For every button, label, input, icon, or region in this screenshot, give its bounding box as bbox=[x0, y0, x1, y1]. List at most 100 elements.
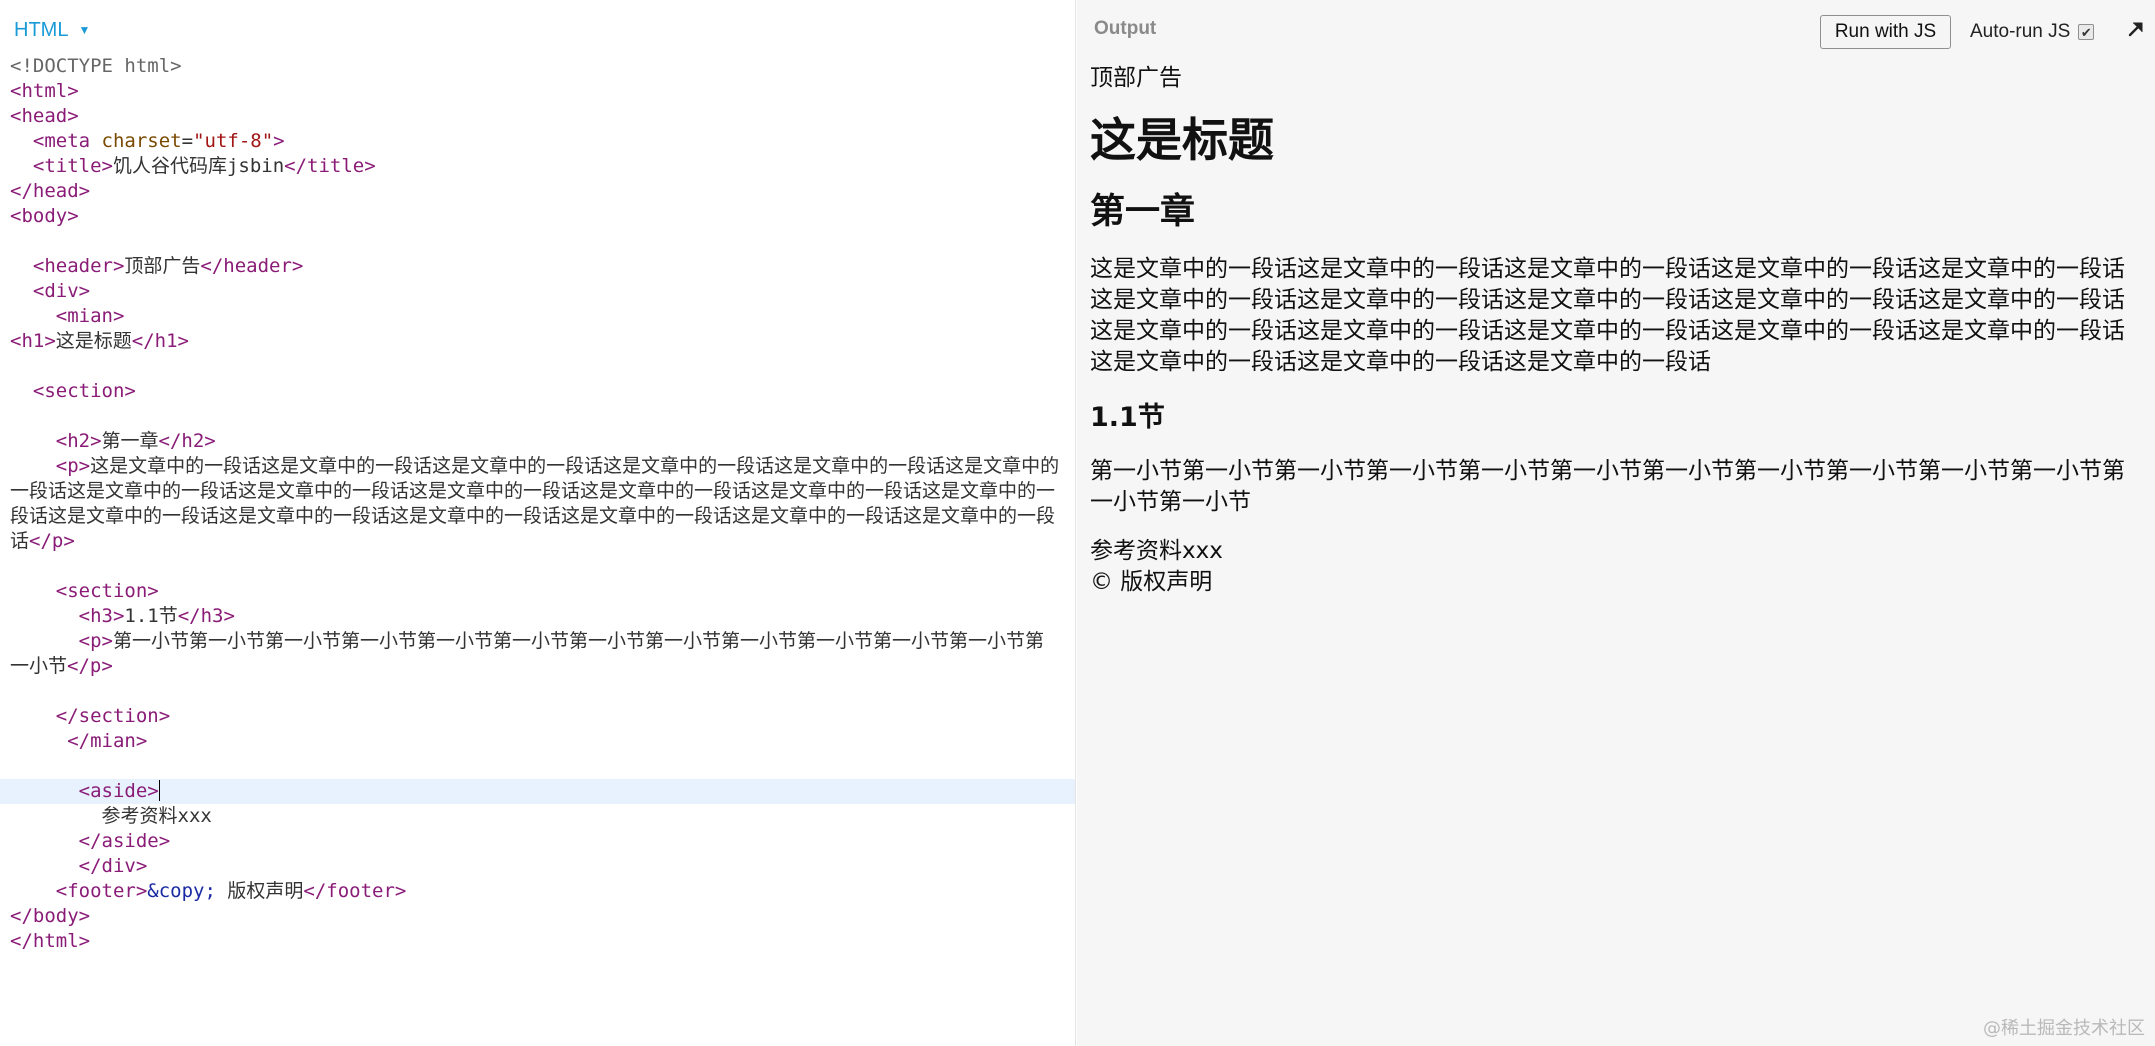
code-line[interactable]: <body> bbox=[0, 204, 1075, 229]
run-with-js-button[interactable]: Run with JS bbox=[1820, 15, 1951, 49]
code-line[interactable]: </section> bbox=[0, 704, 1075, 729]
code-line[interactable]: </head> bbox=[0, 179, 1075, 204]
output-heading-1: 这是标题 bbox=[1090, 113, 1274, 167]
code-token: 第一小节第一小节第一小节第一小节第一小节第一小节第一小节第一小节第一小节第一小节… bbox=[10, 630, 1044, 677]
code-line[interactable] bbox=[0, 679, 1075, 704]
code-token: <div> bbox=[32, 280, 91, 302]
code-line[interactable]: </mian> bbox=[0, 729, 1075, 754]
code-line[interactable] bbox=[0, 229, 1075, 254]
auto-run-js-toggle[interactable]: Auto-run JS ✔ bbox=[1970, 19, 2095, 45]
text-cursor bbox=[158, 780, 160, 801]
code-token: </mian> bbox=[67, 730, 148, 752]
code-line[interactable] bbox=[0, 354, 1075, 379]
code-token: 这是标题 bbox=[55, 330, 132, 352]
code-token: </title> bbox=[284, 155, 376, 177]
code-line[interactable]: <header>顶部广告</header> bbox=[0, 254, 1075, 279]
auto-run-js-label: Auto-run JS bbox=[1970, 21, 2071, 42]
code-token: <section> bbox=[32, 380, 136, 402]
code-line[interactable]: </body> bbox=[0, 904, 1075, 929]
code-token: 顶部广告 bbox=[124, 255, 201, 277]
output-panel-label: Output bbox=[1094, 18, 1157, 39]
code-token: 1.1节 bbox=[124, 605, 178, 627]
html-panel-selector[interactable]: HTML ▼ bbox=[14, 16, 90, 44]
output-pane: Output Run with JS Auto-run JS ✔ 顶部广告 这是… bbox=[1077, 0, 2155, 1046]
code-token: <section> bbox=[55, 580, 159, 602]
code-line[interactable]: 参考资料xxx bbox=[0, 804, 1075, 829]
panel-label-text: HTML bbox=[14, 18, 69, 41]
code-line[interactable]: <section> bbox=[0, 379, 1075, 404]
code-token: <footer> bbox=[55, 880, 148, 902]
code-line[interactable]: <p>这是文章中的一段话这是文章中的一段话这是文章中的一段话这是文章中的一段话这… bbox=[0, 454, 1075, 554]
code-token: 饥人谷代码库jsbin bbox=[112, 155, 285, 177]
code-line[interactable] bbox=[0, 554, 1075, 579]
code-line[interactable]: </aside> bbox=[0, 829, 1075, 854]
code-token: &copy; bbox=[147, 880, 216, 902]
code-token: <p> bbox=[78, 630, 113, 652]
code-line[interactable]: <html> bbox=[0, 79, 1075, 104]
code-token: </body> bbox=[10, 905, 91, 927]
output-paragraph-2: 第一小节第一小节第一小节第一小节第一小节第一小节第一小节第一小节第一小节第一小节… bbox=[1090, 458, 2125, 515]
code-line[interactable]: <div> bbox=[0, 279, 1075, 304]
code-token: </head> bbox=[10, 180, 91, 202]
code-token: </html> bbox=[10, 930, 91, 952]
code-token: 这是文章中的一段话这是文章中的一段话这是文章中的一段话这是文章中的一段话这是文章… bbox=[10, 455, 1060, 552]
code-token: <meta bbox=[32, 130, 102, 152]
code-token: 版权声明 bbox=[215, 880, 304, 902]
output-heading-2: 第一章 bbox=[1090, 192, 1196, 232]
code-token: <html> bbox=[10, 80, 79, 102]
code-token: <title> bbox=[32, 155, 113, 177]
code-line[interactable]: </html> bbox=[0, 929, 1075, 954]
code-token: </footer> bbox=[303, 880, 407, 902]
code-line[interactable]: <aside> bbox=[0, 779, 1075, 804]
checkmark-icon: ✔ bbox=[2080, 24, 2092, 40]
code-token: </section> bbox=[55, 705, 171, 727]
code-token: <head> bbox=[10, 105, 79, 127]
code-token: </h1> bbox=[131, 330, 189, 352]
code-editor[interactable]: <!DOCTYPE html> <html> <head> <meta charse… bbox=[0, 54, 1075, 954]
output-paragraph-1: 这是文章中的一段话这是文章中的一段话这是文章中的一段话这是文章中的一段话这是文章… bbox=[1090, 256, 2125, 375]
code-line[interactable]: <h2>第一章</h2> bbox=[0, 429, 1075, 454]
code-line[interactable]: <meta charset="utf-8"> bbox=[0, 129, 1075, 154]
popout-arrow-icon[interactable] bbox=[2123, 16, 2149, 42]
code-token: <!DOCTYPE html> bbox=[10, 55, 182, 77]
code-line[interactable]: <mian> bbox=[0, 304, 1075, 329]
code-token: </div> bbox=[78, 855, 148, 877]
code-token: </h2> bbox=[158, 430, 216, 452]
code-line[interactable]: <h1>这是标题</h1> bbox=[0, 329, 1075, 354]
code-line[interactable] bbox=[0, 404, 1075, 429]
code-line[interactable]: <section> bbox=[0, 579, 1075, 604]
code-token: </aside> bbox=[78, 830, 171, 852]
code-token: <body> bbox=[10, 205, 79, 227]
code-token: </header> bbox=[200, 255, 304, 277]
code-token: <h1> bbox=[10, 330, 56, 352]
code-line[interactable]: <!DOCTYPE html> bbox=[0, 54, 1075, 79]
code-line[interactable]: <footer>&copy; 版权声明</footer> bbox=[0, 879, 1075, 904]
code-line[interactable]: <p>第一小节第一小节第一小节第一小节第一小节第一小节第一小节第一小节第一小节第… bbox=[0, 629, 1075, 679]
code-line[interactable]: <h3>1.1节</h3> bbox=[0, 604, 1075, 629]
code-token: </h3> bbox=[177, 605, 235, 627]
code-token: 参考资料xxx bbox=[10, 805, 212, 827]
auto-run-checkbox[interactable]: ✔ bbox=[2078, 24, 2095, 40]
code-token: > bbox=[273, 130, 285, 152]
code-line[interactable] bbox=[0, 754, 1075, 779]
code-token: <mian> bbox=[55, 305, 125, 327]
code-token: <h3> bbox=[78, 605, 125, 627]
code-line[interactable]: <head> bbox=[0, 104, 1075, 129]
code-line[interactable]: <title>饥人谷代码库jsbin</title> bbox=[0, 154, 1075, 179]
code-token: "utf-8" bbox=[193, 130, 274, 152]
code-token: </p> bbox=[29, 530, 75, 552]
code-line[interactable]: </div> bbox=[0, 854, 1075, 879]
watermark: @稀土掘金技术社区 bbox=[1983, 1018, 2145, 1039]
